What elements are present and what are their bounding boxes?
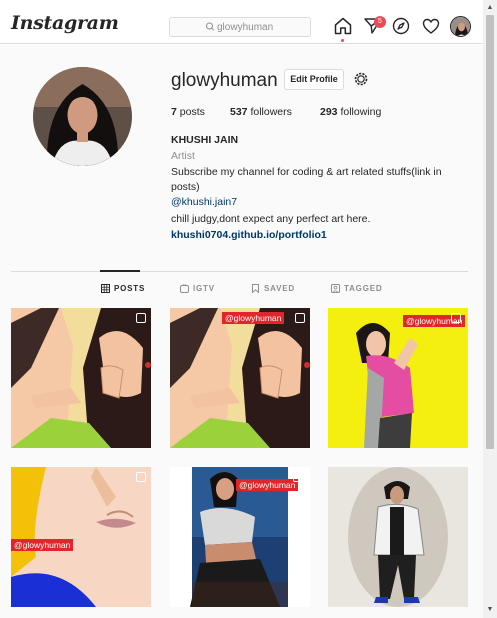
followers-label: followers: [247, 106, 292, 118]
home-icon[interactable]: [333, 16, 353, 36]
posts-label: posts: [176, 106, 205, 118]
post-artwork: [170, 308, 310, 448]
instagram-logo[interactable]: Instagram: [11, 12, 119, 34]
tagged-icon: [331, 284, 340, 293]
grid-icon: [101, 284, 110, 293]
post-tile[interactable]: @glowyhuman: [170, 308, 310, 448]
profile-username: glowyhuman: [171, 70, 278, 91]
scroll-down-arrow-icon[interactable]: ▼: [483, 604, 497, 616]
profile-category: Artist: [171, 150, 195, 162]
home-active-dot: [341, 39, 344, 42]
scrollbar-thumb[interactable]: [486, 15, 494, 449]
tab-igtv[interactable]: IGTV: [180, 284, 215, 293]
following-count: 293: [320, 106, 338, 118]
active-tab-indicator: [100, 270, 140, 272]
profile-bio: Subscribe my channel for coding & art re…: [171, 166, 442, 193]
posts-count-stat: 7 posts: [171, 106, 205, 118]
tab-tagged-label: TAGGED: [344, 284, 383, 293]
multiple-photos-icon: [293, 472, 303, 482]
tab-tagged[interactable]: TAGGED: [331, 284, 382, 293]
following-stat[interactable]: 293 following: [320, 106, 381, 118]
tab-saved[interactable]: SAVED: [251, 284, 295, 293]
post-tile[interactable]: @glowyhuman: [328, 308, 468, 448]
edit-profile-button[interactable]: Edit Profile: [284, 69, 344, 90]
igtv-icon: [180, 284, 189, 293]
top-navigation-bar: Instagram 5: [0, 0, 483, 44]
post-artwork: [11, 308, 151, 448]
post-watermark: @glowyhuman: [236, 479, 299, 491]
post-tile[interactable]: @glowyhuman: [170, 467, 310, 607]
post-tile[interactable]: [328, 467, 468, 607]
post-watermark: @glowyhuman: [11, 539, 74, 551]
following-label: following: [337, 106, 382, 118]
followers-stat[interactable]: 537 followers: [230, 106, 292, 118]
post-artwork: [328, 467, 468, 607]
profile-avatar[interactable]: [450, 16, 471, 37]
profile-page: glowyhuman Edit Profile 7 posts 537 foll…: [0, 45, 483, 618]
activity-heart-icon[interactable]: [421, 16, 441, 36]
bio-mention-link[interactable]: @khushi.jain7: [171, 196, 237, 208]
notification-badge: 5: [374, 16, 386, 28]
vertical-scrollbar[interactable]: ▲ ▼: [483, 0, 497, 618]
post-artwork: [328, 308, 468, 448]
bookmark-icon: [252, 284, 259, 293]
search-input[interactable]: [217, 19, 307, 35]
website-link[interactable]: khushi0704.github.io/portfolio1: [171, 229, 327, 241]
tab-posts-label: POSTS: [114, 284, 146, 293]
tab-igtv-label: IGTV: [193, 284, 215, 293]
explore-compass-icon[interactable]: [391, 16, 411, 36]
post-tile[interactable]: @glowyhuman: [11, 467, 151, 607]
tab-posts[interactable]: POSTS: [101, 284, 145, 293]
scroll-up-arrow-icon[interactable]: ▲: [483, 2, 497, 14]
multiple-photos-icon: [136, 313, 146, 323]
post-watermark: @glowyhuman: [222, 312, 285, 324]
profile-picture[interactable]: [33, 67, 132, 166]
search-box[interactable]: [169, 17, 311, 37]
multiple-photos-icon: [136, 472, 146, 482]
multiple-photos-icon: [451, 313, 461, 323]
search-icon: [206, 22, 215, 31]
profile-bio-line2: chill judgy,dont expect any perfect art …: [171, 213, 371, 225]
tab-saved-label: SAVED: [264, 284, 295, 293]
followers-count: 537: [230, 106, 248, 118]
settings-gear-icon[interactable]: [353, 71, 369, 87]
post-tile[interactable]: [11, 308, 151, 448]
profile-full-name: KHUSHI JAIN: [171, 134, 239, 146]
multiple-photos-icon: [295, 313, 305, 323]
post-artwork: [11, 467, 151, 607]
tabs-divider: [11, 271, 468, 272]
